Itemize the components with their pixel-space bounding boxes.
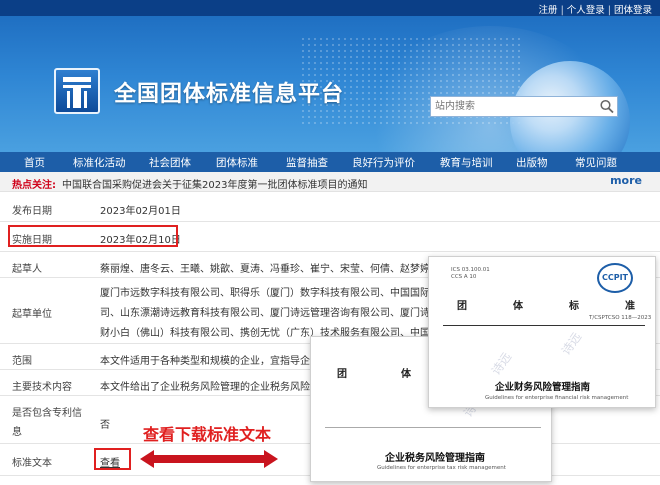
- personal-login-link[interactable]: 个人登录: [567, 5, 605, 16]
- nav-organizations[interactable]: 社会团体: [149, 155, 191, 170]
- nav-standardization[interactable]: 标准化活动: [73, 155, 126, 170]
- site-title[interactable]: 全国团体标准信息平台: [114, 76, 344, 108]
- detail-value: 本文件适用于各种类型和规模的企业，宜指导企业在: [100, 356, 330, 367]
- main-nav: 首页 标准化活动 社会团体 团体标准 监督抽查 良好行为评价 教育与培训 出版物…: [0, 152, 660, 172]
- search-input[interactable]: [431, 97, 596, 116]
- nav-good-practice[interactable]: 良好行为评价: [352, 155, 415, 170]
- top-bar: 注册 | 个人登录 | 团体登录: [0, 0, 660, 16]
- detail-key: 标准文本: [12, 458, 52, 469]
- nav-publications[interactable]: 出版物: [516, 155, 548, 170]
- detail-value-line: 司、山东漂潮诗远教育科技有限公司、厦门诗远管理咨询有限公司、厦门诗远人才: [100, 308, 460, 319]
- detail-value: 2023年02月01日: [100, 206, 181, 217]
- top-links: 注册 | 个人登录 | 团体登录: [538, 5, 652, 16]
- detail-key: 是否包含专利信息: [12, 408, 82, 438]
- document-code: T/CSPTCSO 118—2023: [589, 315, 652, 321]
- nav-group-standards[interactable]: 团体标准: [216, 155, 258, 170]
- document-title: 企业财务风险管理指南: [495, 382, 591, 393]
- detail-value: 蔡丽煌、唐冬云、王曦、姚歆、夏涛、冯垂珍、崔宁、宋莹、何倩、赵梦婷、李: [100, 264, 450, 275]
- header-banner: 全国团体标准信息平台: [0, 16, 660, 152]
- detail-key: 范围: [12, 356, 32, 367]
- search-box: [430, 96, 618, 117]
- detail-row-publish-date: 发布日期 2023年02月01日: [0, 192, 660, 222]
- more-link[interactable]: more: [610, 174, 642, 187]
- document-title: 企业税务风险管理指南: [385, 453, 485, 464]
- detail-key: 主要技术内容: [12, 382, 72, 393]
- hot-topics-label: 热点关注:: [12, 180, 56, 191]
- document-preview-finance: ICS 03.100.01 CCS A 10 CCPIT 团 体 标 准 T/C…: [428, 256, 656, 408]
- view-link-highlight: [94, 448, 131, 470]
- detail-value-line: 厦门市远数字科技有限公司、职得乐（厦门）数字科技有限公司、中国国际贸易: [100, 288, 450, 299]
- detail-value: 本文件给出了企业税务风险管理的企业税务风险管理: [100, 382, 330, 393]
- hot-topics-bar: 热点关注: 中国联合国采购促进会关于征集2023年度第一批团体标准项目的通知 m…: [0, 172, 660, 192]
- hot-topic-link[interactable]: 中国联合国采购促进会关于征集2023年度第一批团体标准项目的通知: [62, 176, 367, 191]
- double-arrow-icon: [140, 450, 278, 468]
- group-login-link[interactable]: 团体登录: [614, 5, 652, 16]
- nav-faq[interactable]: 常见问题: [575, 155, 617, 170]
- download-callout: 查看下载标准文本: [143, 425, 272, 444]
- site-logo-icon[interactable]: [54, 68, 100, 114]
- document-subtitle: Guidelines for enterprise tax risk manag…: [377, 465, 506, 471]
- ccpit-logo-icon: CCPIT: [597, 263, 633, 293]
- nav-education[interactable]: 教育与培训: [440, 155, 493, 170]
- nav-inspection[interactable]: 监督抽查: [286, 155, 328, 170]
- detail-key: 起草人: [12, 264, 42, 275]
- search-icon[interactable]: [599, 99, 615, 114]
- detail-value: 否: [100, 420, 110, 431]
- register-link[interactable]: 注册: [539, 5, 558, 16]
- detail-key: 发布日期: [12, 206, 52, 217]
- nav-home[interactable]: 首页: [24, 155, 45, 170]
- effective-date-highlight: [8, 225, 178, 247]
- document-subtitle: Guidelines for enterprise financial risk…: [485, 395, 629, 401]
- detail-key: 起草单位: [12, 309, 52, 320]
